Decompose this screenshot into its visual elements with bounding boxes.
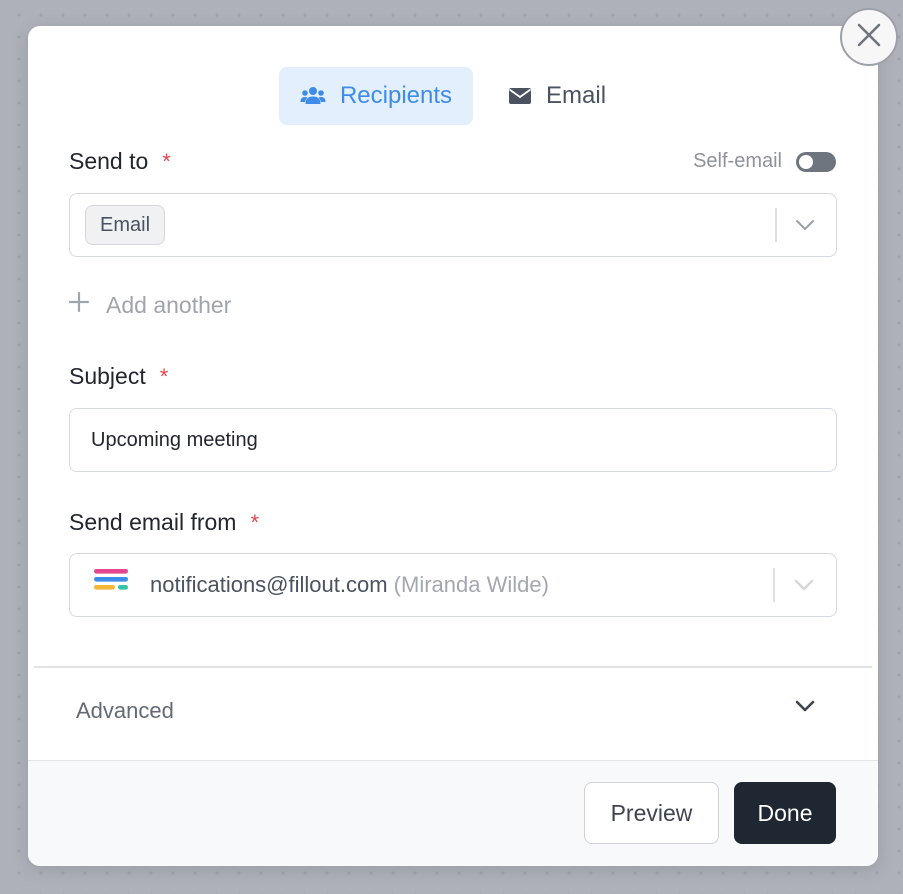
recipient-chip[interactable]: Email — [85, 205, 166, 245]
send-to-select[interactable]: Email — [69, 193, 837, 257]
close-button[interactable] — [840, 8, 898, 66]
select-separator — [775, 208, 777, 242]
preview-button[interactable]: Preview — [584, 782, 719, 844]
tab-email[interactable]: Email — [487, 67, 627, 125]
required-asterisk: * — [162, 148, 171, 174]
select-separator — [773, 568, 775, 602]
self-email-label: Self-email — [693, 150, 782, 172]
done-button-label: Done — [757, 799, 813, 826]
fillout-logo-icon — [94, 567, 130, 603]
close-icon — [856, 22, 882, 53]
send-from-select[interactable]: notifications@fillout.com (Miranda Wilde… — [69, 553, 837, 617]
subject-label: Subject * — [69, 363, 168, 390]
send-from-value: notifications@fillout.com (Miranda Wilde… — [94, 554, 549, 616]
users-icon — [300, 85, 326, 107]
advanced-label: Advanced — [76, 698, 174, 723]
chevron-down-icon[interactable] — [794, 554, 814, 616]
chevron-down-icon[interactable] — [794, 699, 816, 718]
self-email-control: Self-email — [693, 150, 836, 173]
envelope-icon — [508, 87, 532, 105]
tab-bar: Recipients Email — [28, 67, 878, 125]
send-to-label: Send to * — [69, 148, 171, 175]
subject-input[interactable]: Upcoming meeting — [69, 408, 837, 472]
tab-recipients-label: Recipients — [339, 82, 453, 109]
send-from-email: notifications@fillout.com — [150, 572, 388, 597]
add-another-label: Add another — [106, 291, 232, 318]
recipient-chip-label: Email — [100, 213, 151, 236]
chevron-down-icon[interactable] — [795, 194, 815, 256]
toggle-knob — [799, 154, 813, 169]
send-from-label-text: Send email from — [69, 509, 237, 535]
subject-label-text: Subject — [69, 363, 146, 389]
modal-footer: Preview Done — [28, 760, 878, 866]
add-another-button[interactable]: Add another — [68, 291, 231, 319]
required-asterisk: * — [250, 509, 260, 535]
self-email-toggle[interactable] — [796, 151, 836, 172]
tab-recipients[interactable]: Recipients — [278, 67, 474, 125]
tab-email-label: Email — [546, 82, 607, 109]
email-settings-modal: Recipients Email Send to * Self-email Em… — [28, 26, 878, 866]
preview-button-label: Preview — [610, 799, 693, 826]
send-to-label-text: Send to — [69, 148, 149, 174]
required-asterisk: * — [159, 363, 169, 389]
send-from-label: Send email from * — [69, 509, 259, 536]
section-divider — [34, 666, 872, 668]
subject-input-value: Upcoming meeting — [91, 428, 258, 451]
advanced-section-toggle[interactable]: Advanced — [76, 698, 174, 724]
send-from-name: (Miranda Wilde) — [393, 572, 549, 597]
done-button[interactable]: Done — [734, 782, 836, 844]
plus-icon — [68, 291, 90, 319]
